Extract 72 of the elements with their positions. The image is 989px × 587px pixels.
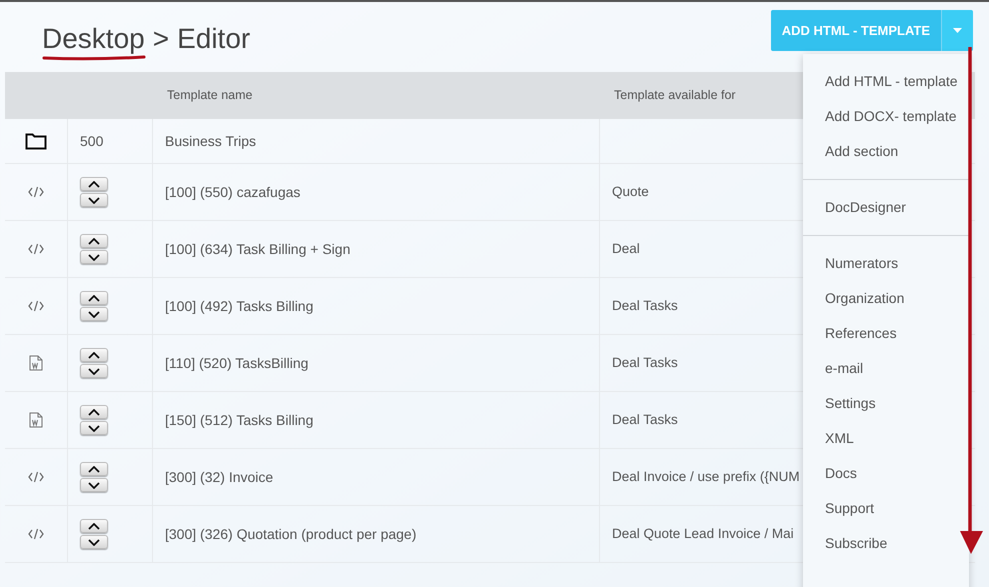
menu-item[interactable]: DocDesigner bbox=[803, 190, 969, 225]
template-name: [300] (326) Quotation (product per page) bbox=[165, 524, 416, 544]
code-icon bbox=[28, 471, 44, 483]
menu-item[interactable]: Numerators bbox=[803, 246, 969, 281]
word-document-icon bbox=[29, 412, 43, 428]
template-name: [300] (32) Invoice bbox=[165, 468, 274, 487]
chevron-down-icon bbox=[88, 196, 100, 204]
menu-item[interactable]: Add HTML - template bbox=[803, 64, 969, 99]
menu-item[interactable]: XML bbox=[803, 421, 969, 456]
code-icon bbox=[28, 186, 44, 198]
move-up-button[interactable] bbox=[80, 348, 108, 362]
menu-item[interactable]: Add DOCX- template bbox=[803, 99, 969, 134]
word-document-icon bbox=[29, 355, 43, 371]
menu-item[interactable]: Subscribe bbox=[803, 526, 969, 561]
folder-icon bbox=[25, 132, 47, 150]
move-down-button[interactable] bbox=[80, 250, 108, 264]
chevron-up-icon bbox=[88, 408, 100, 416]
move-down-button[interactable] bbox=[80, 478, 108, 492]
template-availability: Deal Tasks bbox=[612, 410, 678, 429]
menu-item[interactable]: e-mail bbox=[803, 351, 969, 386]
chevron-up-icon bbox=[88, 238, 100, 244]
move-down-button[interactable] bbox=[80, 421, 108, 435]
move-up-button[interactable] bbox=[80, 291, 108, 305]
move-down-button[interactable] bbox=[80, 193, 108, 207]
move-up-button[interactable] bbox=[80, 405, 108, 419]
template-name: [100] (550) cazafugas bbox=[165, 182, 300, 202]
move-down-button[interactable] bbox=[80, 535, 108, 549]
chevron-up-icon bbox=[88, 352, 100, 358]
chevron-up-icon bbox=[88, 294, 100, 302]
chevron-up-icon bbox=[88, 180, 100, 188]
menu-item[interactable]: Organization bbox=[803, 281, 969, 316]
template-availability: Deal Tasks bbox=[612, 354, 678, 372]
template-availability: Deal Quote Lead Invoice / Mai bbox=[612, 524, 794, 543]
menu-item[interactable]: Docs bbox=[803, 456, 969, 491]
template-name: [110] (520) TasksBilling bbox=[165, 354, 308, 373]
chevron-down-icon bbox=[88, 254, 100, 260]
menu-item[interactable]: Support bbox=[803, 491, 969, 526]
column-header: Template available for bbox=[614, 88, 736, 102]
chevron-down-icon bbox=[88, 538, 100, 546]
column-header: Template name bbox=[167, 88, 252, 102]
template-availability: Deal bbox=[612, 240, 640, 258]
chevron-down-icon bbox=[88, 482, 100, 488]
move-up-button[interactable] bbox=[80, 519, 108, 533]
template-name: [150] (512) Tasks Billing bbox=[165, 410, 314, 430]
breadcrumb-separator: > bbox=[152, 22, 170, 56]
template-name: [100] (634) Task Billing + Sign bbox=[165, 240, 350, 259]
move-down-button[interactable] bbox=[80, 364, 108, 378]
menu-item[interactable]: Add section bbox=[803, 134, 969, 169]
template-availability: Deal Tasks bbox=[612, 296, 678, 315]
move-up-button[interactable] bbox=[80, 462, 108, 476]
chevron-up-icon bbox=[88, 522, 100, 530]
dropdown-toggle[interactable] bbox=[941, 10, 973, 51]
chevron-down-icon bbox=[88, 424, 100, 432]
menu-item[interactable]: Settings bbox=[803, 386, 969, 421]
template-name: Business Trips bbox=[165, 132, 256, 151]
chevron-up-icon bbox=[88, 466, 100, 472]
move-up-button[interactable] bbox=[80, 234, 108, 248]
code-icon bbox=[28, 528, 44, 540]
code-icon bbox=[28, 243, 44, 255]
breadcrumb-current: Editor bbox=[177, 22, 250, 56]
section-number: 500 bbox=[80, 132, 104, 150]
template-name: [100] (492) Tasks Billing bbox=[165, 296, 314, 316]
code-icon bbox=[28, 300, 44, 312]
move-down-button[interactable] bbox=[80, 307, 108, 321]
chevron-down-icon bbox=[88, 368, 100, 374]
menu-item[interactable]: References bbox=[803, 316, 969, 351]
chevron-down-icon bbox=[88, 310, 100, 318]
move-up-button[interactable] bbox=[80, 177, 108, 191]
breadcrumb-link[interactable]: Desktop bbox=[42, 18, 145, 60]
caret-icon bbox=[953, 28, 962, 33]
template-availability: Deal Invoice / use prefix ({NUM bbox=[612, 468, 800, 486]
template-availability: Quote bbox=[612, 182, 649, 201]
